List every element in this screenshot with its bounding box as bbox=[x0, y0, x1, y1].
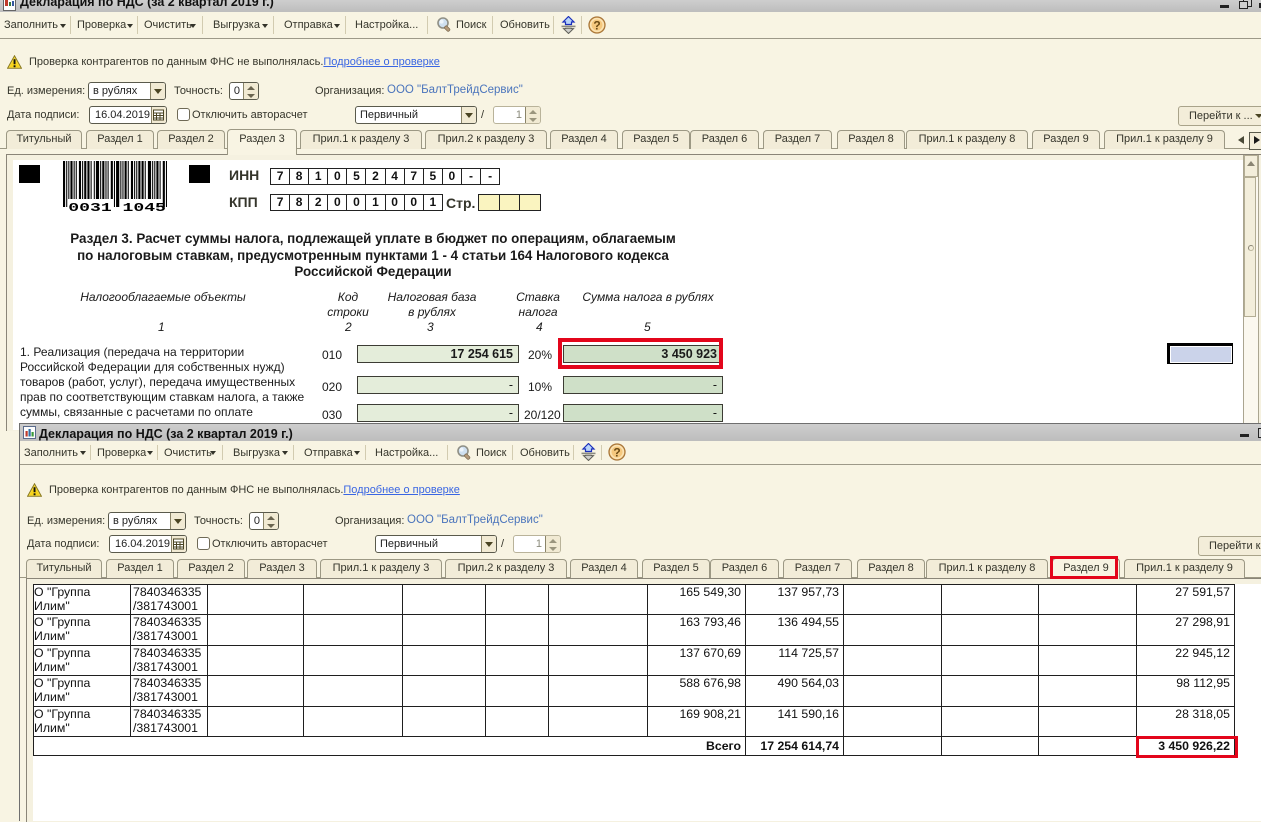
svg-text:?: ? bbox=[593, 18, 600, 32]
svg-text:0031 1045: 0031 1045 bbox=[68, 201, 166, 213]
svg-text:?: ? bbox=[613, 445, 620, 459]
